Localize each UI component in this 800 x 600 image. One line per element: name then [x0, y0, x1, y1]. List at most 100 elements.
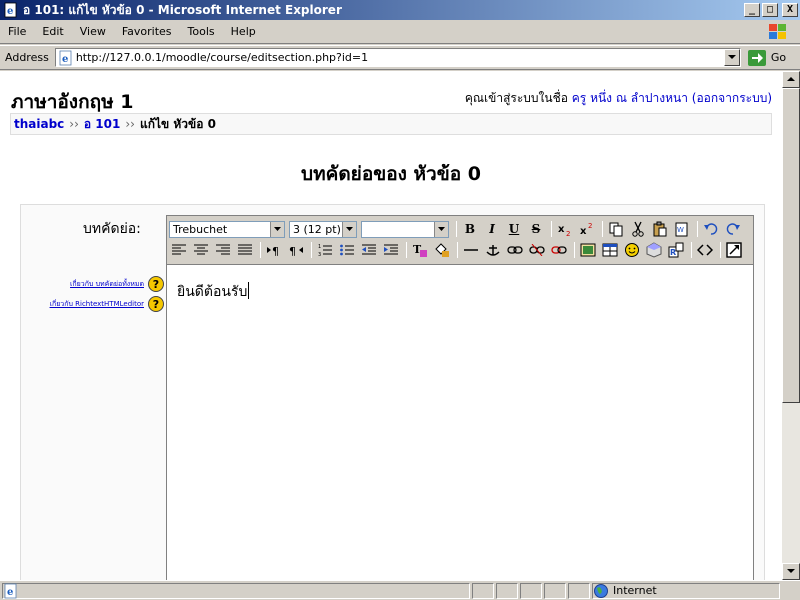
editor-content-area[interactable]: ยินดีต้อนรับ: [167, 264, 753, 580]
nolink-icon: [551, 246, 567, 254]
table-icon: [602, 243, 618, 257]
indent-button[interactable]: [381, 241, 401, 259]
summary-label: บทคัดย่อ:: [83, 221, 141, 237]
scroll-up-button[interactable]: [782, 71, 800, 88]
help-editor-row: เกี่ยวกับ RichtextHTMLeditor ?: [50, 296, 164, 312]
bold-button[interactable]: B: [460, 220, 480, 238]
rtl-button[interactable]: ¶: [286, 241, 306, 259]
breadcrumb: thaiabc ›› อ 101 ›› แก้ไข หัวข้อ 0: [10, 113, 772, 135]
scroll-thumb[interactable]: [782, 88, 800, 403]
summary-form: บทคัดย่อ: เกี่ยวกับ บทคัดย่อทั้งหมด ? เก…: [20, 204, 765, 580]
help-icon[interactable]: ?: [148, 276, 164, 292]
menu-bar: File Edit View Favorites Tools Help: [0, 20, 800, 44]
help-summary-link[interactable]: เกี่ยวกับ บทคัดย่อทั้งหมด: [70, 279, 144, 290]
search-replace-button[interactable]: R: [666, 241, 686, 259]
insert-link-button[interactable]: [505, 241, 525, 259]
undo-button[interactable]: [701, 220, 721, 238]
highlight-color-button[interactable]: [432, 241, 452, 259]
minimize-button[interactable]: _: [744, 3, 760, 17]
status-bar: e Internet: [0, 580, 800, 600]
vertical-scrollbar[interactable]: [782, 71, 800, 580]
no-link-button[interactable]: [549, 241, 569, 259]
clean-word-button[interactable]: W: [672, 220, 692, 238]
ltr-button[interactable]: ¶: [264, 241, 284, 259]
html-source-button[interactable]: [695, 241, 715, 259]
window-title-bar[interactable]: e อ 101: แก้ไข หัวข้อ 0 - Microsoft Inte…: [0, 0, 800, 20]
unordered-list-button[interactable]: [337, 241, 357, 259]
svg-text:e: e: [7, 6, 13, 17]
menu-edit[interactable]: Edit: [34, 25, 71, 38]
scroll-down-button[interactable]: [782, 563, 800, 580]
ie-page-icon: e: [4, 583, 17, 598]
fullscreen-button[interactable]: [724, 241, 744, 259]
address-dropdown-button[interactable]: [723, 49, 740, 66]
cut-button[interactable]: [628, 220, 648, 238]
align-left-icon: [172, 244, 186, 255]
maximize-button[interactable]: □: [762, 3, 778, 17]
ltr-icon: ¶: [267, 245, 279, 256]
status-cell: [520, 582, 542, 599]
menu-help[interactable]: Help: [223, 25, 264, 38]
align-left-button[interactable]: [169, 241, 189, 259]
paste-button[interactable]: [650, 220, 670, 238]
style-select[interactable]: [361, 220, 449, 238]
address-label: Address: [5, 51, 49, 64]
toolbar-separator: [691, 242, 692, 258]
address-input[interactable]: e http://127.0.0.1/moodle/course/editsec…: [54, 48, 741, 67]
breadcrumb-course-link[interactable]: อ 101: [84, 115, 120, 134]
chevron-down-icon: [342, 221, 356, 237]
logout-link[interactable]: (ออกจากระบบ): [692, 91, 772, 105]
menu-tools[interactable]: Tools: [180, 25, 223, 38]
ie-page-icon: e: [59, 50, 72, 65]
breadcrumb-site-link[interactable]: thaiabc: [14, 117, 64, 131]
ordered-list-button[interactable]: 31: [315, 241, 335, 259]
menu-file[interactable]: File: [0, 25, 34, 38]
justify-button[interactable]: [235, 241, 255, 259]
help-icon[interactable]: ?: [148, 296, 164, 312]
search-replace-icon: R: [668, 242, 684, 258]
user-profile-link[interactable]: ครู หนึ่ง ณ ลำปางหนา: [572, 91, 688, 105]
undo-icon: [704, 223, 718, 235]
font-select[interactable]: Trebuchet: [169, 220, 285, 238]
insert-smiley-button[interactable]: [622, 241, 642, 259]
outdent-button[interactable]: [359, 241, 379, 259]
align-center-button[interactable]: [191, 241, 211, 259]
insert-char-button[interactable]: [644, 241, 664, 259]
clipboard-icon: [653, 221, 667, 237]
toolbar-separator: [574, 242, 575, 258]
copy-button[interactable]: [606, 220, 626, 238]
unlink-icon: [529, 244, 545, 256]
svg-text:W: W: [677, 226, 684, 234]
superscript-button[interactable]: x2: [577, 220, 597, 238]
redo-button[interactable]: [723, 220, 743, 238]
outdent-icon: [362, 244, 376, 255]
editor-toolbar-bottom: ¶ ¶ 31 T R: [169, 240, 751, 260]
page-title: บทคัดย่อของ หัวข้อ 0: [301, 163, 481, 185]
subscript-button[interactable]: x2: [555, 220, 575, 238]
bullet-list-icon: [340, 244, 354, 256]
windows-logo-icon: [769, 24, 786, 39]
underline-button[interactable]: U: [504, 220, 524, 238]
menu-favorites[interactable]: Favorites: [114, 25, 180, 38]
anchor-button[interactable]: [483, 241, 503, 259]
text-color-button[interactable]: T: [410, 241, 430, 259]
align-center-icon: [194, 244, 208, 255]
fullscreen-icon: [726, 242, 742, 258]
chevron-down-icon: [727, 55, 736, 59]
text-caret: [248, 282, 250, 299]
unlink-button[interactable]: [527, 241, 547, 259]
strikethrough-button[interactable]: S: [526, 220, 546, 238]
insert-image-button[interactable]: [578, 241, 598, 259]
align-right-button[interactable]: [213, 241, 233, 259]
help-editor-link[interactable]: เกี่ยวกับ RichtextHTMLeditor: [50, 299, 144, 310]
menu-view[interactable]: View: [72, 25, 114, 38]
go-button[interactable]: Go: [747, 49, 786, 67]
superscript-icon: x2: [580, 222, 592, 236]
svg-text:2: 2: [566, 230, 570, 236]
chevron-up-icon: [787, 77, 795, 81]
italic-button[interactable]: I: [482, 220, 502, 238]
horizontal-rule-button[interactable]: [461, 241, 481, 259]
close-button[interactable]: X: [782, 3, 798, 17]
size-select[interactable]: 3 (12 pt): [289, 220, 357, 238]
insert-table-button[interactable]: [600, 241, 620, 259]
